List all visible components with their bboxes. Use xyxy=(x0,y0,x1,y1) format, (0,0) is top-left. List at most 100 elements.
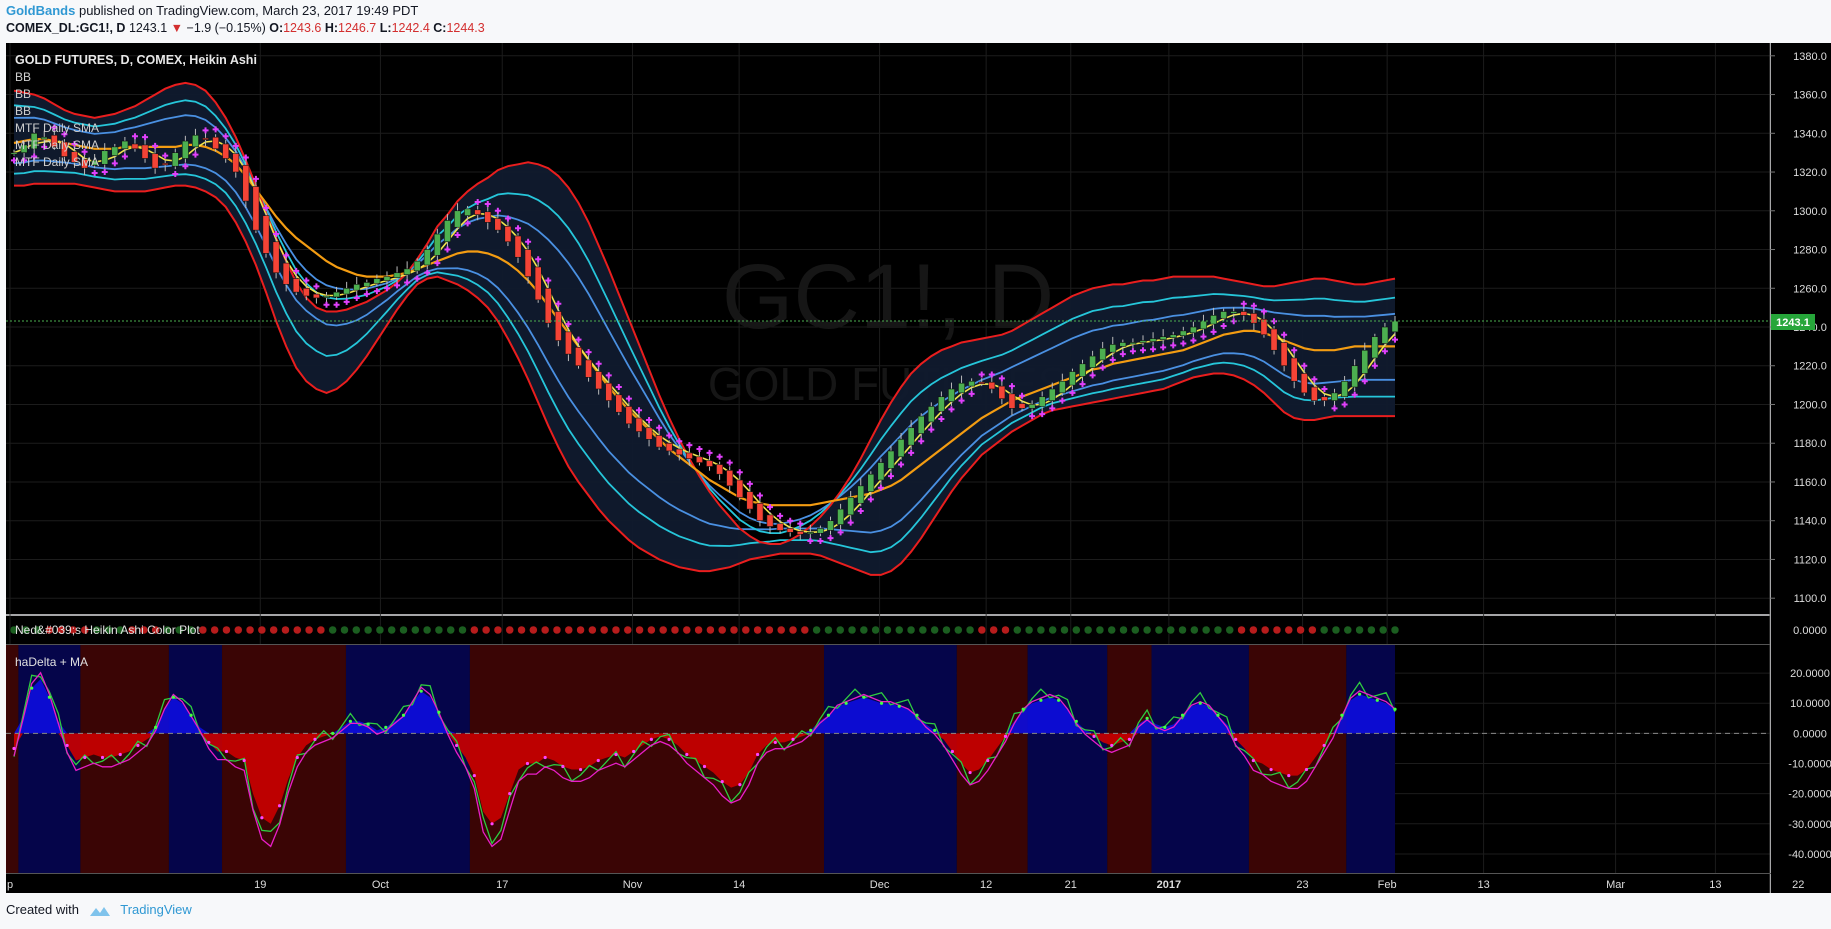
color-plot-dot xyxy=(540,625,550,635)
tradingview-link[interactable]: TradingView xyxy=(120,902,192,917)
delta-dot xyxy=(915,713,919,717)
color-plot-dot xyxy=(611,625,621,635)
candle-body xyxy=(1220,311,1228,319)
candle-body xyxy=(726,470,734,487)
color-plot-dot xyxy=(883,625,892,635)
candle-body xyxy=(1210,315,1217,325)
color-plot-dot xyxy=(517,625,526,635)
candle-body xyxy=(141,144,149,159)
color-plot-dot xyxy=(812,625,821,635)
price-tick-label: 1320.0 xyxy=(1793,167,1827,179)
delta-dot xyxy=(862,695,866,699)
delta-dot xyxy=(260,816,264,820)
delta-pane-title: haDelta + MA xyxy=(15,655,88,669)
candle-body xyxy=(1280,342,1288,367)
color-plot-dot xyxy=(1260,625,1270,635)
delta-dot xyxy=(578,767,583,772)
candle-body xyxy=(272,241,280,274)
candle-body xyxy=(877,462,885,481)
delta-dot xyxy=(1057,698,1061,702)
color-plot-dot xyxy=(1343,625,1353,635)
delta-dot xyxy=(242,758,246,763)
candle-body xyxy=(1058,380,1066,394)
indicator-label: BB xyxy=(15,70,31,84)
candle-body xyxy=(1240,311,1248,316)
candle-body xyxy=(564,331,572,355)
candle-body xyxy=(595,371,603,390)
color-plot-dot xyxy=(1178,625,1187,635)
candle-body xyxy=(111,146,119,156)
candle-body xyxy=(101,150,109,165)
color-plot-dot xyxy=(1284,625,1294,635)
delta-regime-band xyxy=(1107,645,1152,873)
delta-dot xyxy=(1269,767,1273,772)
time-tick-label: 19 xyxy=(254,879,266,891)
delta-dot xyxy=(614,752,618,757)
delta-dot xyxy=(171,695,175,699)
color-plot-dot xyxy=(1272,625,1282,635)
candle-body xyxy=(504,225,512,243)
delta-dot xyxy=(685,752,689,757)
chart-canvas[interactable]: GC1!, D GOLD FUTURES 1380.01360.01340.01… xyxy=(0,0,1831,929)
delta-dot xyxy=(419,689,423,693)
delta-dot xyxy=(1021,707,1025,711)
delta-dot xyxy=(986,758,990,763)
candle-body xyxy=(988,381,996,390)
delta-dot xyxy=(490,822,494,826)
candle-body xyxy=(837,508,845,525)
delta-tick-label: 20.0000 xyxy=(1790,668,1830,680)
tradingview-logo-icon[interactable] xyxy=(89,905,111,917)
candle-body xyxy=(353,284,361,291)
color-plot-dot xyxy=(965,625,975,635)
color-plot-dot xyxy=(1166,625,1175,635)
time-tick-label: Mar xyxy=(1606,879,1625,891)
delta-dot xyxy=(826,713,831,717)
color-plot-dot xyxy=(741,625,751,635)
color-plot-dot xyxy=(1296,625,1305,635)
candle-body xyxy=(1139,340,1147,343)
color-plot-title: Ned&#039;s Heikin Ashi Color Plot xyxy=(15,623,200,637)
candle-body xyxy=(736,479,744,498)
price-tick-label: 1140.0 xyxy=(1794,516,1827,528)
candle-body xyxy=(978,381,986,385)
color-plot-dot xyxy=(647,625,656,635)
delta-dot xyxy=(224,749,229,754)
delta-dot xyxy=(649,737,653,742)
delta-dot xyxy=(773,740,777,745)
candle-body xyxy=(615,394,623,413)
color-plot-dot xyxy=(422,625,432,635)
candle-body xyxy=(554,311,562,341)
delta-dot xyxy=(313,737,317,742)
color-plot-dot xyxy=(588,625,597,635)
delta-dot xyxy=(1251,758,1255,763)
delta-dot xyxy=(1375,698,1379,702)
candle-body xyxy=(1351,365,1359,388)
delta-regime-band xyxy=(1346,645,1395,873)
color-plot-dot xyxy=(257,625,267,635)
color-plot-dot xyxy=(222,625,231,635)
candle-body xyxy=(1119,342,1127,347)
candle-body xyxy=(696,456,703,463)
candle-body xyxy=(1310,386,1318,401)
candle-body xyxy=(534,266,542,301)
time-tick-label: 14 xyxy=(733,879,745,891)
color-plot-dot xyxy=(694,625,703,635)
color-plot-dot xyxy=(1367,625,1376,635)
color-plot-dot xyxy=(505,625,514,635)
color-plot-dot xyxy=(1319,625,1329,635)
color-plot-dot xyxy=(281,625,290,635)
candle-body xyxy=(917,415,925,434)
candle-body xyxy=(1149,338,1157,342)
time-tick-label: Oct xyxy=(372,879,389,891)
delta-dot xyxy=(738,783,742,787)
candle-body xyxy=(524,249,532,277)
candle-body xyxy=(302,287,310,297)
candle-body xyxy=(665,442,673,452)
color-plot-dot xyxy=(1107,625,1116,635)
color-plot-dot xyxy=(717,625,727,635)
delta-dot xyxy=(12,746,16,751)
candle-body xyxy=(151,153,159,169)
candle-body xyxy=(847,497,855,516)
candle-body xyxy=(544,287,552,324)
color-plot-dot xyxy=(942,625,951,635)
